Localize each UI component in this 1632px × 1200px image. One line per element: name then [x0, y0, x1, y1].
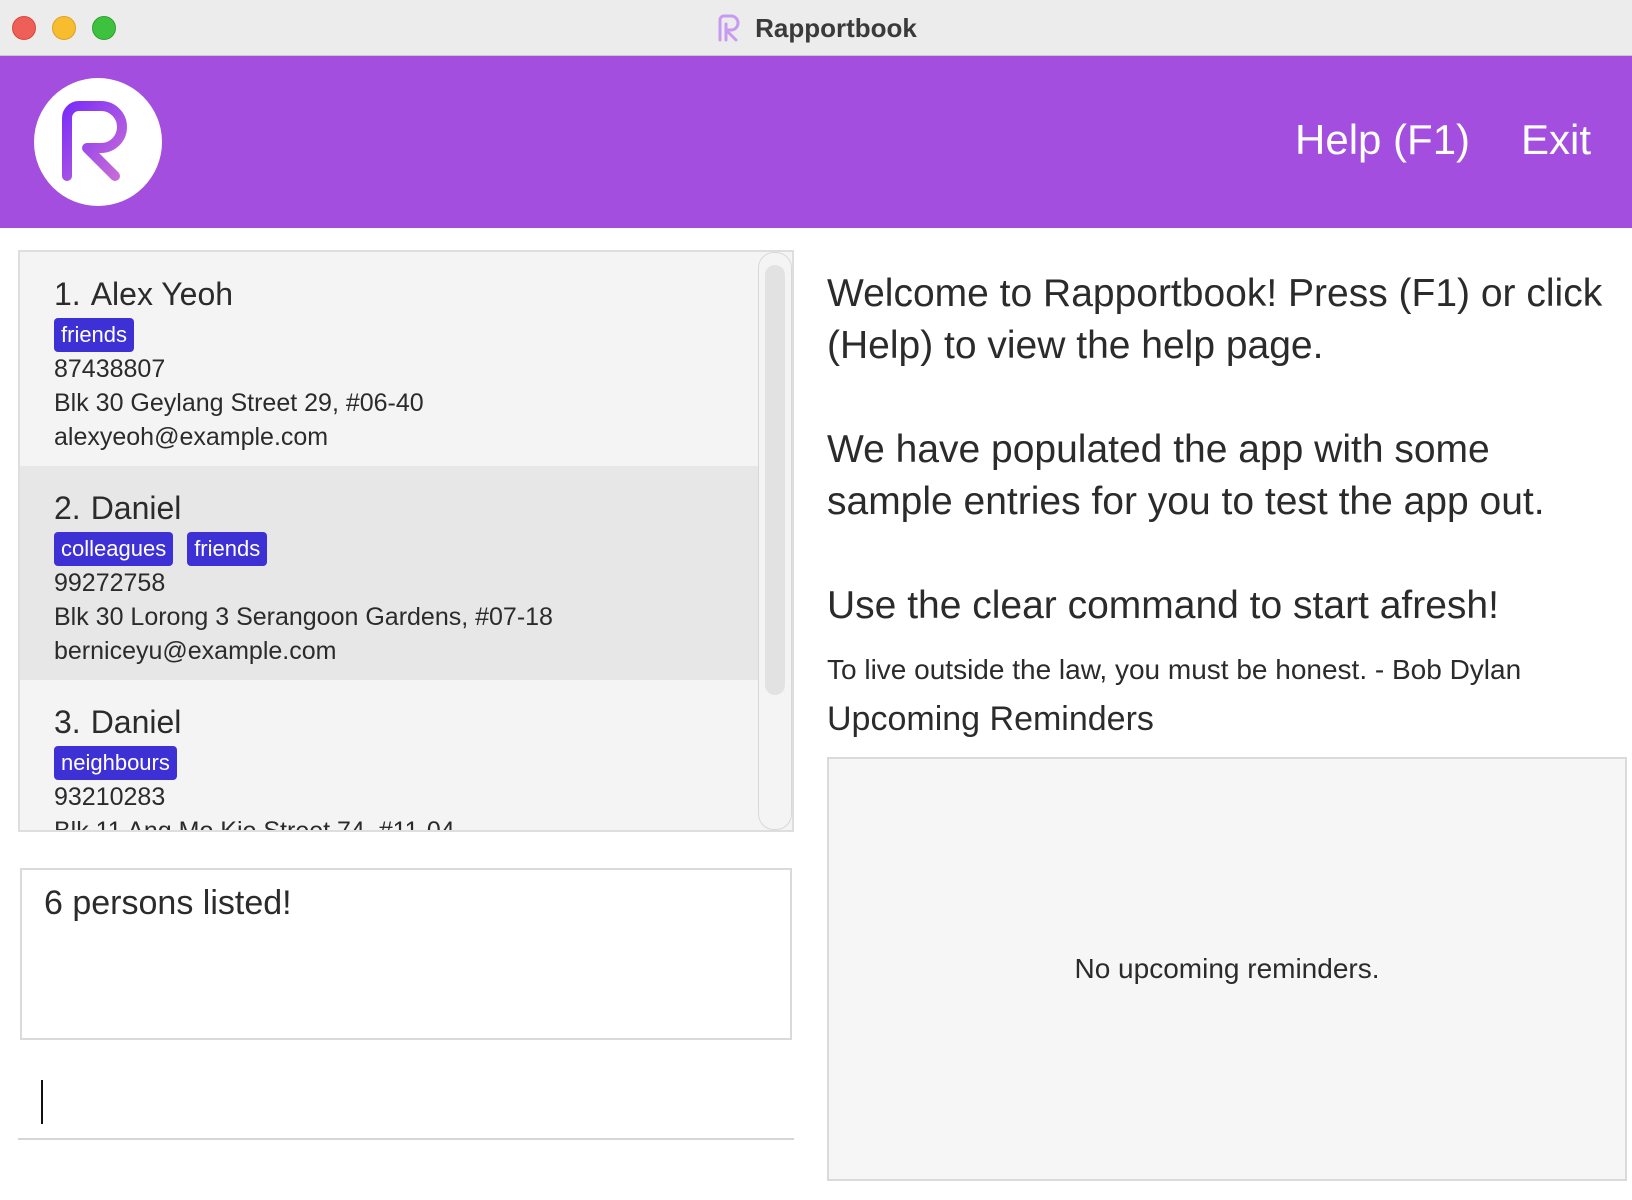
person-email: berniceyu@example.com [54, 637, 337, 665]
person-phone: 93210283 [54, 783, 166, 811]
person-phone: 87438807 [54, 355, 166, 383]
person-list[interactable]: 1. Alex Yeoh friends 87438807 Blk 30 Geyl… [18, 250, 794, 832]
sample-data-message: We have populated the app with some samp… [827, 428, 1545, 523]
person-email: alexyeoh@example.com [54, 423, 329, 451]
person-name: Daniel [90, 490, 182, 526]
person-phone: 99272758 [54, 569, 166, 597]
tag: colleagues [54, 532, 174, 566]
reminders-heading: Upcoming Reminders [827, 700, 1154, 738]
tag-list: colleagues friends [54, 532, 728, 566]
command-box[interactable] [18, 1060, 794, 1140]
person-card[interactable]: 2. Daniel colleagues friends 99272758 Blk… [20, 466, 762, 680]
rapportbook-logo-icon [62, 101, 127, 181]
person-name-row: 1. Alex Yeoh [54, 274, 728, 314]
result-message: 6 persons listed! [44, 884, 292, 922]
person-address: Blk 11 Ang Mo Kio Street 74, #11-04 [54, 817, 455, 832]
tag-list: friends [54, 318, 728, 352]
window-titlebar: Rapportbook [0, 0, 1632, 56]
person-card[interactable]: 3. Daniel neighbours 93210283 Blk 11 Ang … [20, 680, 762, 832]
reminders-empty-message: No upcoming reminders. [1074, 953, 1380, 984]
rapportbook-logo-icon [718, 14, 740, 42]
tag: friends [54, 318, 135, 352]
person-name-row: 3. Daniel [54, 702, 728, 742]
person-address: Blk 30 Geylang Street 29, #06-40 [54, 389, 424, 417]
person-name: Daniel [90, 704, 182, 740]
person-name-row: 2. Daniel [54, 488, 728, 528]
tag-list: neighbours [54, 746, 728, 780]
person-name: Alex Yeoh [90, 276, 234, 312]
person-index: 3. [54, 704, 81, 740]
exit-menu[interactable]: Exit [1521, 116, 1591, 164]
window-title-group: Rapportbook [0, 0, 1632, 56]
window-title: Rapportbook [755, 12, 917, 43]
command-input[interactable] [18, 1060, 794, 1138]
tag: neighbours [54, 746, 177, 780]
app-header: Help (F1) Exit [0, 56, 1632, 228]
text-caret [41, 1080, 43, 1124]
scrollbar-thumb[interactable] [765, 265, 785, 695]
person-address: Blk 30 Lorong 3 Serangoon Gardens, #07-1… [54, 603, 553, 631]
help-menu[interactable]: Help (F1) [1295, 116, 1470, 164]
person-card[interactable]: 1. Alex Yeoh friends 87438807 Blk 30 Geyl… [20, 252, 762, 466]
result-display: 6 persons listed! [20, 868, 792, 1040]
person-list-scrollbar[interactable] [758, 252, 792, 830]
welcome-message: Welcome to Rapportbook! Press (F1) or cl… [827, 272, 1603, 367]
tag: friends [187, 532, 268, 566]
app-logo [34, 78, 162, 206]
reminders-panel: No upcoming reminders. [827, 757, 1627, 1181]
quote-text: To live outside the law, you must be hon… [827, 654, 1522, 685]
person-index: 1. [54, 276, 81, 312]
person-index: 2. [54, 490, 81, 526]
clear-command-hint: Use the clear command to start afresh! [827, 584, 1499, 627]
